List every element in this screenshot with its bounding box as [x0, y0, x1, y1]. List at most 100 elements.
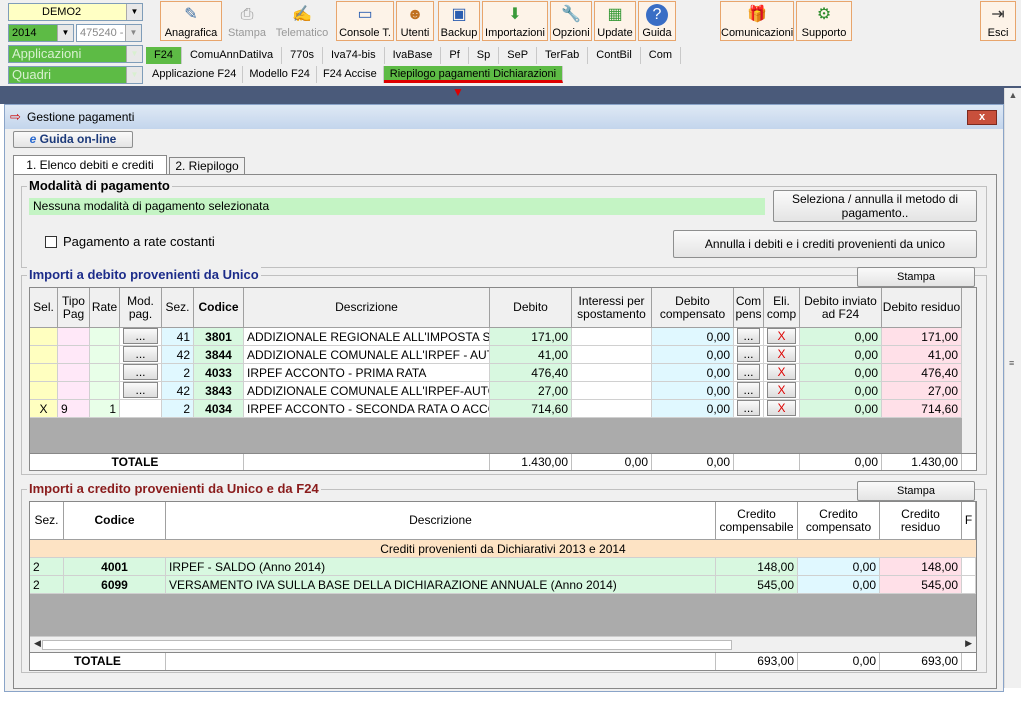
crediti-header-sez: Sez.	[30, 502, 64, 540]
supporto-button[interactable]: ⚙ Supporto	[796, 1, 852, 41]
debiti-row-2-sel[interactable]	[30, 364, 58, 382]
tab-com[interactable]: Com	[641, 47, 681, 64]
gift-icon: 🎁	[747, 6, 767, 23]
tab-770s[interactable]: 770s	[282, 47, 323, 64]
debiti-row-0-residuo: 171,00	[882, 328, 962, 346]
crediti-hscroll[interactable]: ◀ ▶	[30, 636, 976, 652]
ellipsis-button[interactable]: ...	[123, 364, 158, 380]
stampa-button[interactable]: ⎙ Stampa	[224, 1, 270, 41]
main-scrollbar[interactable]: ▲ ≡	[1004, 88, 1021, 688]
anagrafica-button[interactable]: ✎ Anagrafica	[160, 1, 222, 41]
debiti-row-0-mod[interactable]: ...	[120, 328, 162, 346]
tab-f24-accise[interactable]: F24 Accise	[317, 66, 384, 83]
ellipsis-button[interactable]: ...	[123, 328, 158, 344]
scroll-thumb[interactable]	[42, 640, 732, 650]
ellipsis-button[interactable]: ...	[123, 346, 158, 362]
importazioni-label: Importazioni	[485, 27, 545, 39]
importazioni-button[interactable]: ⬇ Importazioni	[482, 1, 548, 41]
debiti-row-3-mod[interactable]: ...	[120, 382, 162, 400]
delete-compensation-icon[interactable]: X	[767, 346, 796, 362]
close-icon[interactable]: x	[967, 110, 997, 125]
tab-ivabase[interactable]: IvaBase	[385, 47, 442, 64]
tab-riepilogo-pagamenti[interactable]: Riepilogo pagamenti Dichiarazioni	[383, 66, 564, 83]
esci-button[interactable]: ⇥ Esci	[980, 1, 1016, 41]
delete-compensation-icon[interactable]: X	[767, 400, 796, 416]
tab-iva74bis[interactable]: Iva74-bis	[323, 47, 385, 64]
ellipsis-button[interactable]: ...	[737, 364, 760, 380]
crediti-header-compensato: Credito compensato	[798, 502, 880, 540]
quadri-select[interactable]: Quadri ▼	[8, 66, 143, 84]
guida-button[interactable]: ? Guida	[638, 1, 676, 41]
debiti-row-0-tipo	[58, 328, 90, 346]
guida-online-button[interactable]: e Guida on-line	[13, 131, 133, 148]
ellipsis-button[interactable]: ...	[123, 382, 158, 398]
tab-sp[interactable]: Sp	[469, 47, 500, 64]
tab-terfab[interactable]: TerFab	[537, 47, 589, 64]
debiti-row-1-eli[interactable]: X	[764, 346, 800, 364]
tab-modello-f24[interactable]: Modello F24	[243, 66, 317, 83]
scroll-left-icon[interactable]: ◀	[34, 638, 41, 649]
tab-comuanndatiiva[interactable]: ComuAnnDatiIva	[182, 47, 283, 64]
debiti-row-4-eli[interactable]: X	[764, 400, 800, 418]
backup-button[interactable]: ▣ Backup	[438, 1, 480, 41]
ellipsis-button[interactable]: ...	[737, 400, 760, 416]
debiti-row-0-compens[interactable]: ...	[734, 328, 764, 346]
debiti-row-4-compens[interactable]: ...	[734, 400, 764, 418]
opzioni-button[interactable]: 🔧 Opzioni	[550, 1, 592, 41]
tab-applicazione-f24[interactable]: Applicazione F24	[146, 66, 244, 83]
crediti-stampa-button[interactable]: Stampa	[857, 481, 975, 501]
crediti-row-1-compensato: 0,00	[798, 576, 880, 594]
scroll-right-icon[interactable]: ▶	[965, 638, 972, 649]
applicazioni-select[interactable]: Applicazioni ▼	[8, 45, 143, 63]
debiti-row-3-desc: ADDIZIONALE COMUNALE ALL'IRPEF-AUTOT	[244, 382, 490, 400]
debiti-row-2-mod[interactable]: ...	[120, 364, 162, 382]
rate-checkbox[interactable]	[45, 236, 57, 248]
delete-compensation-icon[interactable]: X	[767, 382, 796, 398]
book-icon: ✎	[184, 6, 198, 23]
tab-elenco-debiti-crediti[interactable]: 1. Elenco debiti e crediti	[13, 155, 167, 175]
code-select[interactable]: 475240 - ▼	[76, 24, 142, 42]
debiti-row-3-sel[interactable]	[30, 382, 58, 400]
utenti-button[interactable]: ☻ Utenti	[396, 1, 434, 41]
delete-compensation-icon[interactable]: X	[767, 328, 796, 344]
tab-riepilogo[interactable]: 2. Riepilogo	[169, 157, 245, 175]
rate-checkbox-label: Pagamento a rate costanti	[63, 234, 215, 249]
comunicazioni-button[interactable]: 🎁 Comunicazioni	[720, 1, 794, 41]
debiti-row-0-eli[interactable]: X	[764, 328, 800, 346]
debiti-row-4-sez: 2	[162, 400, 194, 418]
delete-compensation-icon[interactable]: X	[767, 364, 796, 380]
esci-label: Esci	[987, 27, 1009, 39]
crediti-grid: Sez. Codice Descrizione Credito compensabil…	[29, 501, 977, 671]
debiti-row-2-desc: IRPEF ACCONTO - PRIMA RATA	[244, 364, 490, 382]
year-select[interactable]: 2014 ▼	[8, 24, 74, 42]
annulla-debiti-crediti-button[interactable]: Annulla i debiti e i crediti provenienti…	[673, 230, 977, 258]
debiti-row-2-eli[interactable]: X	[764, 364, 800, 382]
console-button[interactable]: ▭ Console T.	[336, 1, 394, 41]
debiti-row-1-mod[interactable]: ...	[120, 346, 162, 364]
tab-contbil[interactable]: ContBil	[588, 47, 641, 64]
crediti-total-compensabile: 693,00	[716, 653, 798, 670]
tab-pf[interactable]: Pf	[441, 47, 469, 64]
users-icon: ☻	[406, 6, 424, 23]
ellipsis-button[interactable]: ...	[737, 328, 760, 344]
scroll-up-icon[interactable]: ▲	[1005, 90, 1021, 100]
debiti-row-1-compens[interactable]: ...	[734, 346, 764, 364]
debiti-row-4-sel[interactable]: X	[30, 400, 58, 418]
update-button[interactable]: ▦ Update	[594, 1, 636, 41]
debiti-row-1-sel[interactable]	[30, 346, 58, 364]
telematico-button[interactable]: ✍ Telematico	[272, 1, 332, 41]
debiti-row-0-sel[interactable]	[30, 328, 58, 346]
debiti-row-2-compens[interactable]: ...	[734, 364, 764, 382]
seleziona-metodo-button[interactable]: Seleziona / annulla il metodo di pagamen…	[773, 190, 977, 222]
debiti-row-3-compens[interactable]: ...	[734, 382, 764, 400]
ellipsis-button[interactable]: ...	[737, 346, 760, 362]
debiti-vscroll[interactable]	[962, 288, 976, 453]
tab-sep[interactable]: SeP	[499, 47, 538, 64]
debiti-total-compensato: 0,00	[652, 454, 734, 470]
ellipsis-button[interactable]: ...	[737, 382, 760, 398]
company-select[interactable]: DEMO2 ▼	[8, 3, 143, 21]
tab-f24[interactable]: F24	[146, 47, 182, 64]
debiti-row-3-eli[interactable]: X	[764, 382, 800, 400]
debiti-stampa-button[interactable]: Stampa	[857, 267, 975, 287]
debiti-row-2-residuo: 476,40	[882, 364, 962, 382]
